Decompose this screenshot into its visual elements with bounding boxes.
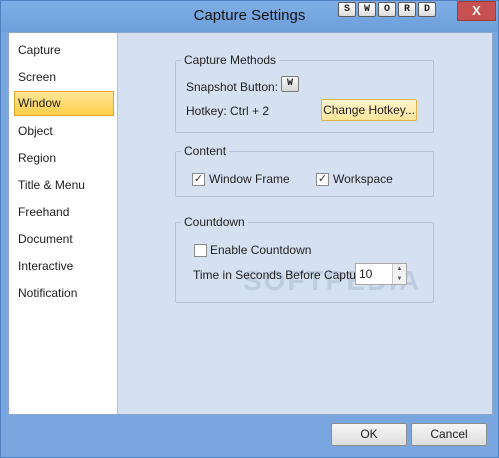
close-icon: X	[472, 3, 481, 18]
capture-settings-window: Capture Settings S W O R D X Capture Scr…	[0, 0, 499, 458]
sword-key-w[interactable]: W	[358, 2, 376, 17]
capture-methods-title: Capture Methods	[184, 53, 277, 67]
sword-key-o[interactable]: O	[378, 2, 396, 17]
spinner-buttons: ▲ ▼	[392, 264, 406, 284]
sidebar-item-title-menu[interactable]: Title & Menu	[14, 173, 114, 198]
sidebar-item-object[interactable]: Object	[14, 119, 114, 144]
sidebar-item-document[interactable]: Document	[14, 227, 114, 252]
settings-panel: SOFTPEDIA Capture Methods Snapshot Butto…	[118, 33, 492, 414]
cancel-button[interactable]: Cancel	[411, 423, 487, 446]
ok-button[interactable]: OK	[331, 423, 407, 446]
workspace-label[interactable]: Workspace	[333, 172, 393, 186]
sword-keys: S W O R D	[338, 2, 438, 19]
sword-key-r[interactable]: R	[398, 2, 416, 17]
sidebar-item-region[interactable]: Region	[14, 146, 114, 171]
close-button[interactable]: X	[457, 1, 496, 21]
sidebar-item-window[interactable]: Window	[14, 91, 114, 116]
sidebar-item-screen[interactable]: Screen	[14, 65, 114, 90]
countdown-group: Countdown	[175, 215, 434, 303]
sidebar-item-notification[interactable]: Notification	[14, 281, 114, 306]
window-frame-label[interactable]: Window Frame	[209, 172, 290, 186]
sword-key-s[interactable]: S	[338, 2, 356, 17]
time-seconds-label: Time in Seconds Before Capture	[193, 268, 367, 282]
content-group: Content	[175, 144, 434, 197]
workspace-checkbox[interactable]: ✓	[316, 173, 329, 186]
sidebar-item-capture[interactable]: Capture	[14, 38, 114, 63]
dialog-body: Capture Screen Window Object Region Titl…	[8, 32, 493, 415]
sword-key-d[interactable]: D	[418, 2, 436, 17]
hotkey-label: Hotkey: Ctrl + 2	[186, 104, 270, 118]
change-hotkey-button[interactable]: Change Hotkey...	[321, 99, 417, 121]
sidebar: Capture Screen Window Object Region Titl…	[9, 33, 118, 414]
title-bar[interactable]: Capture Settings S W O R D X	[1, 1, 498, 32]
countdown-title: Countdown	[184, 215, 245, 229]
sidebar-item-freehand[interactable]: Freehand	[14, 200, 114, 225]
sword-w-icon: W	[286, 78, 293, 89]
sidebar-item-interactive[interactable]: Interactive	[14, 254, 114, 279]
countdown-seconds-spinner[interactable]: 10 ▲ ▼	[355, 263, 407, 285]
spin-up-icon[interactable]: ▲	[393, 264, 406, 274]
window-frame-checkbox[interactable]: ✓	[192, 173, 205, 186]
countdown-seconds-value[interactable]: 10	[359, 267, 372, 281]
snapshot-button[interactable]: W	[281, 76, 299, 92]
spin-down-icon[interactable]: ▼	[393, 274, 406, 284]
enable-countdown-label[interactable]: Enable Countdown	[210, 243, 311, 257]
enable-countdown-checkbox[interactable]	[194, 244, 207, 257]
content-group-title: Content	[184, 144, 227, 158]
snapshot-button-label: Snapshot Button:	[186, 80, 279, 94]
